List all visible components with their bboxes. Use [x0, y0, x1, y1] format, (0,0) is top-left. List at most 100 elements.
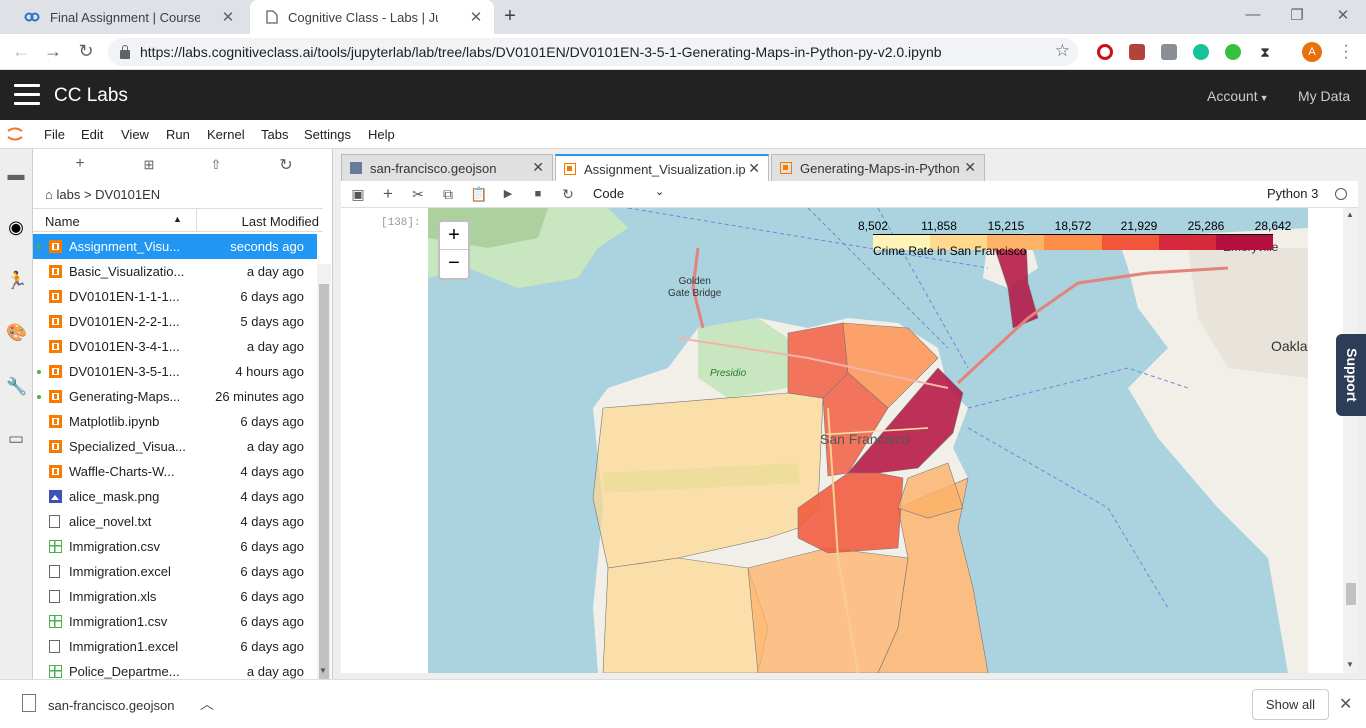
menu-kernel[interactable]: Kernel: [207, 127, 245, 142]
column-last-modified[interactable]: Last Modified: [242, 214, 319, 229]
file-row[interactable]: alice_mask.png 4 days ago: [33, 484, 317, 509]
upload-icon[interactable]: ⇧: [207, 157, 225, 173]
notebook-icon: [49, 415, 62, 428]
tab-generating-maps[interactable]: Generating-Maps-in-Python ✕: [771, 154, 985, 181]
file-row[interactable]: DV0101EN-2-2-1... 5 days ago: [33, 309, 317, 334]
close-window-icon[interactable]: ✕: [1332, 6, 1354, 24]
restart-icon[interactable]: ↻: [560, 186, 576, 202]
browser-tab-title: Cognitive Class - Labs | JupyterLa: [288, 9, 438, 25]
save-icon[interactable]: ▣: [350, 186, 366, 202]
close-tab-icon[interactable]: ✕: [964, 159, 976, 176]
cut-icon[interactable]: ✂: [410, 186, 426, 202]
back-icon[interactable]: ←: [10, 41, 32, 62]
legend-tick: 18,572: [1054, 219, 1092, 233]
file-row[interactable]: Basic_Visualizatio... a day ago: [33, 259, 317, 284]
tab-assignment-visualization[interactable]: Assignment_Visualization.ipy ✕: [555, 154, 769, 182]
reload-icon[interactable]: ↻: [75, 41, 97, 62]
chevron-up-icon[interactable]: ︿: [200, 694, 214, 714]
breadcrumb: ⌂ labs > DV0101EN: [45, 187, 160, 202]
menu-tabs[interactable]: Tabs: [261, 127, 288, 142]
grammarly-extension-icon[interactable]: [1193, 44, 1209, 60]
running-indicator-icon: [37, 245, 41, 249]
palette-icon[interactable]: 🎨: [6, 323, 27, 343]
home-icon[interactable]: ⌂: [45, 187, 53, 202]
menu-run[interactable]: Run: [166, 127, 190, 142]
file-list-header: Name ▲ Last Modified: [33, 208, 323, 232]
zoom-in-button[interactable]: +: [440, 222, 468, 250]
refresh-icon[interactable]: ↻: [277, 155, 295, 175]
bookmark-star-icon[interactable]: ☆: [1055, 41, 1070, 61]
copy-icon[interactable]: ⧉: [440, 186, 456, 202]
new-folder-icon[interactable]: ⊞: [140, 157, 158, 173]
browser-tab-cognitive-class[interactable]: Cognitive Class - Labs | JupyterLa ✕: [250, 0, 494, 34]
minimize-icon[interactable]: —: [1242, 6, 1264, 23]
share-extension-icon[interactable]: [1225, 44, 1241, 60]
address-bar[interactable]: https://labs.cognitiveclass.ai/tools/jup…: [108, 38, 1078, 66]
my-data-link[interactable]: My Data: [1298, 88, 1350, 104]
file-row[interactable]: Immigration.xls 6 days ago: [33, 584, 317, 609]
file-row[interactable]: DV0101EN-3-4-1... a day ago: [33, 334, 317, 359]
file-row[interactable]: Specialized_Visua... a day ago: [33, 434, 317, 459]
close-tab-icon[interactable]: ✕: [748, 160, 760, 177]
file-row[interactable]: DV0101EN-3-5-1... 4 hours ago: [33, 359, 317, 384]
close-downloads-icon[interactable]: ✕: [1339, 694, 1352, 714]
running-icon[interactable]: 🏃: [6, 271, 27, 291]
cclabs-header: CC Labs Account ▼ My Data: [0, 70, 1366, 120]
run-icon[interactable]: ▶: [500, 186, 516, 202]
file-row[interactable]: Immigration.csv 6 days ago: [33, 534, 317, 559]
menu-file[interactable]: File: [44, 127, 65, 142]
wrench-icon[interactable]: 🔧: [6, 377, 27, 397]
account-menu[interactable]: Account ▼: [1207, 88, 1269, 104]
cell-type-select[interactable]: Code ⌄: [593, 186, 664, 201]
file-row[interactable]: DV0101EN-1-1-1... 6 days ago: [33, 284, 317, 309]
restore-icon[interactable]: ❐: [1286, 6, 1308, 24]
left-sidebar-rail: ▬ ◉ 🏃 🎨 🔧 ▭: [0, 149, 33, 679]
close-tab-icon[interactable]: ✕: [532, 159, 544, 176]
folder-icon[interactable]: ▬: [6, 165, 26, 185]
show-all-button[interactable]: Show all: [1252, 689, 1329, 720]
close-tab-icon[interactable]: ✕: [220, 8, 236, 26]
hourglass-extension-icon[interactable]: ⧗: [1257, 44, 1273, 60]
breadcrumb-path[interactable]: labs > DV0101EN: [56, 187, 160, 202]
notebook-icon: [49, 340, 62, 353]
insert-cell-icon[interactable]: +: [380, 185, 396, 202]
github-icon[interactable]: ◉: [6, 217, 26, 237]
file-row[interactable]: Assignment_Visu... seconds ago: [33, 234, 317, 259]
photo-extension-icon[interactable]: [1161, 44, 1177, 60]
pdf-extension-icon[interactable]: [1129, 44, 1145, 60]
file-row[interactable]: Generating-Maps... 26 minutes ago: [33, 384, 317, 409]
new-tab-icon[interactable]: +: [500, 5, 520, 28]
kernel-name[interactable]: Python 3: [1267, 186, 1318, 201]
choropleth-map[interactable]: Golden Gate Bridge Presidio San Francisc…: [428, 208, 1308, 673]
profile-avatar[interactable]: A: [1302, 42, 1322, 62]
menu-help[interactable]: Help: [368, 127, 395, 142]
new-launcher-icon[interactable]: +: [71, 155, 89, 173]
menu-view[interactable]: View: [121, 127, 149, 142]
sort-ascending-icon[interactable]: ▲: [173, 214, 182, 224]
file-row[interactable]: Immigration1.excel 6 days ago: [33, 634, 317, 659]
file-row[interactable]: Waffle-Charts-W... 4 days ago: [33, 459, 317, 484]
zoom-out-button[interactable]: −: [440, 250, 468, 278]
file-row[interactable]: Immigration.excel 6 days ago: [33, 559, 317, 584]
menu-edit[interactable]: Edit: [81, 127, 103, 142]
jupyter-logo-icon: [7, 127, 23, 141]
menu-settings[interactable]: Settings: [304, 127, 351, 142]
opera-extension-icon[interactable]: [1097, 44, 1113, 60]
chrome-menu-icon[interactable]: · · ·: [1338, 38, 1354, 66]
forward-icon[interactable]: →: [42, 41, 64, 62]
stop-icon[interactable]: ■: [530, 186, 546, 202]
notebook-scrollbar[interactable]: ▲ ▼: [1343, 208, 1358, 673]
file-row[interactable]: Matplotlib.ipynb 6 days ago: [33, 409, 317, 434]
paste-icon[interactable]: 📋: [470, 186, 487, 202]
download-filename[interactable]: san-francisco.geojson: [48, 698, 174, 713]
file-row[interactable]: Immigration1.csv 6 days ago: [33, 609, 317, 634]
tabs-icon[interactable]: ▭: [6, 429, 26, 449]
close-tab-icon[interactable]: ✕: [468, 8, 484, 26]
hamburger-menu-icon[interactable]: [14, 84, 40, 106]
file-row[interactable]: alice_novel.txt 4 days ago: [33, 509, 317, 534]
tab-san-francisco-geojson[interactable]: san-francisco.geojson ✕: [341, 154, 553, 181]
column-name[interactable]: Name: [45, 214, 80, 229]
support-tab[interactable]: Support: [1336, 334, 1366, 416]
browser-tab-coursera[interactable]: Final Assignment | Coursera ✕: [8, 0, 246, 34]
file-list-scrollbar[interactable]: ▼: [317, 264, 331, 714]
